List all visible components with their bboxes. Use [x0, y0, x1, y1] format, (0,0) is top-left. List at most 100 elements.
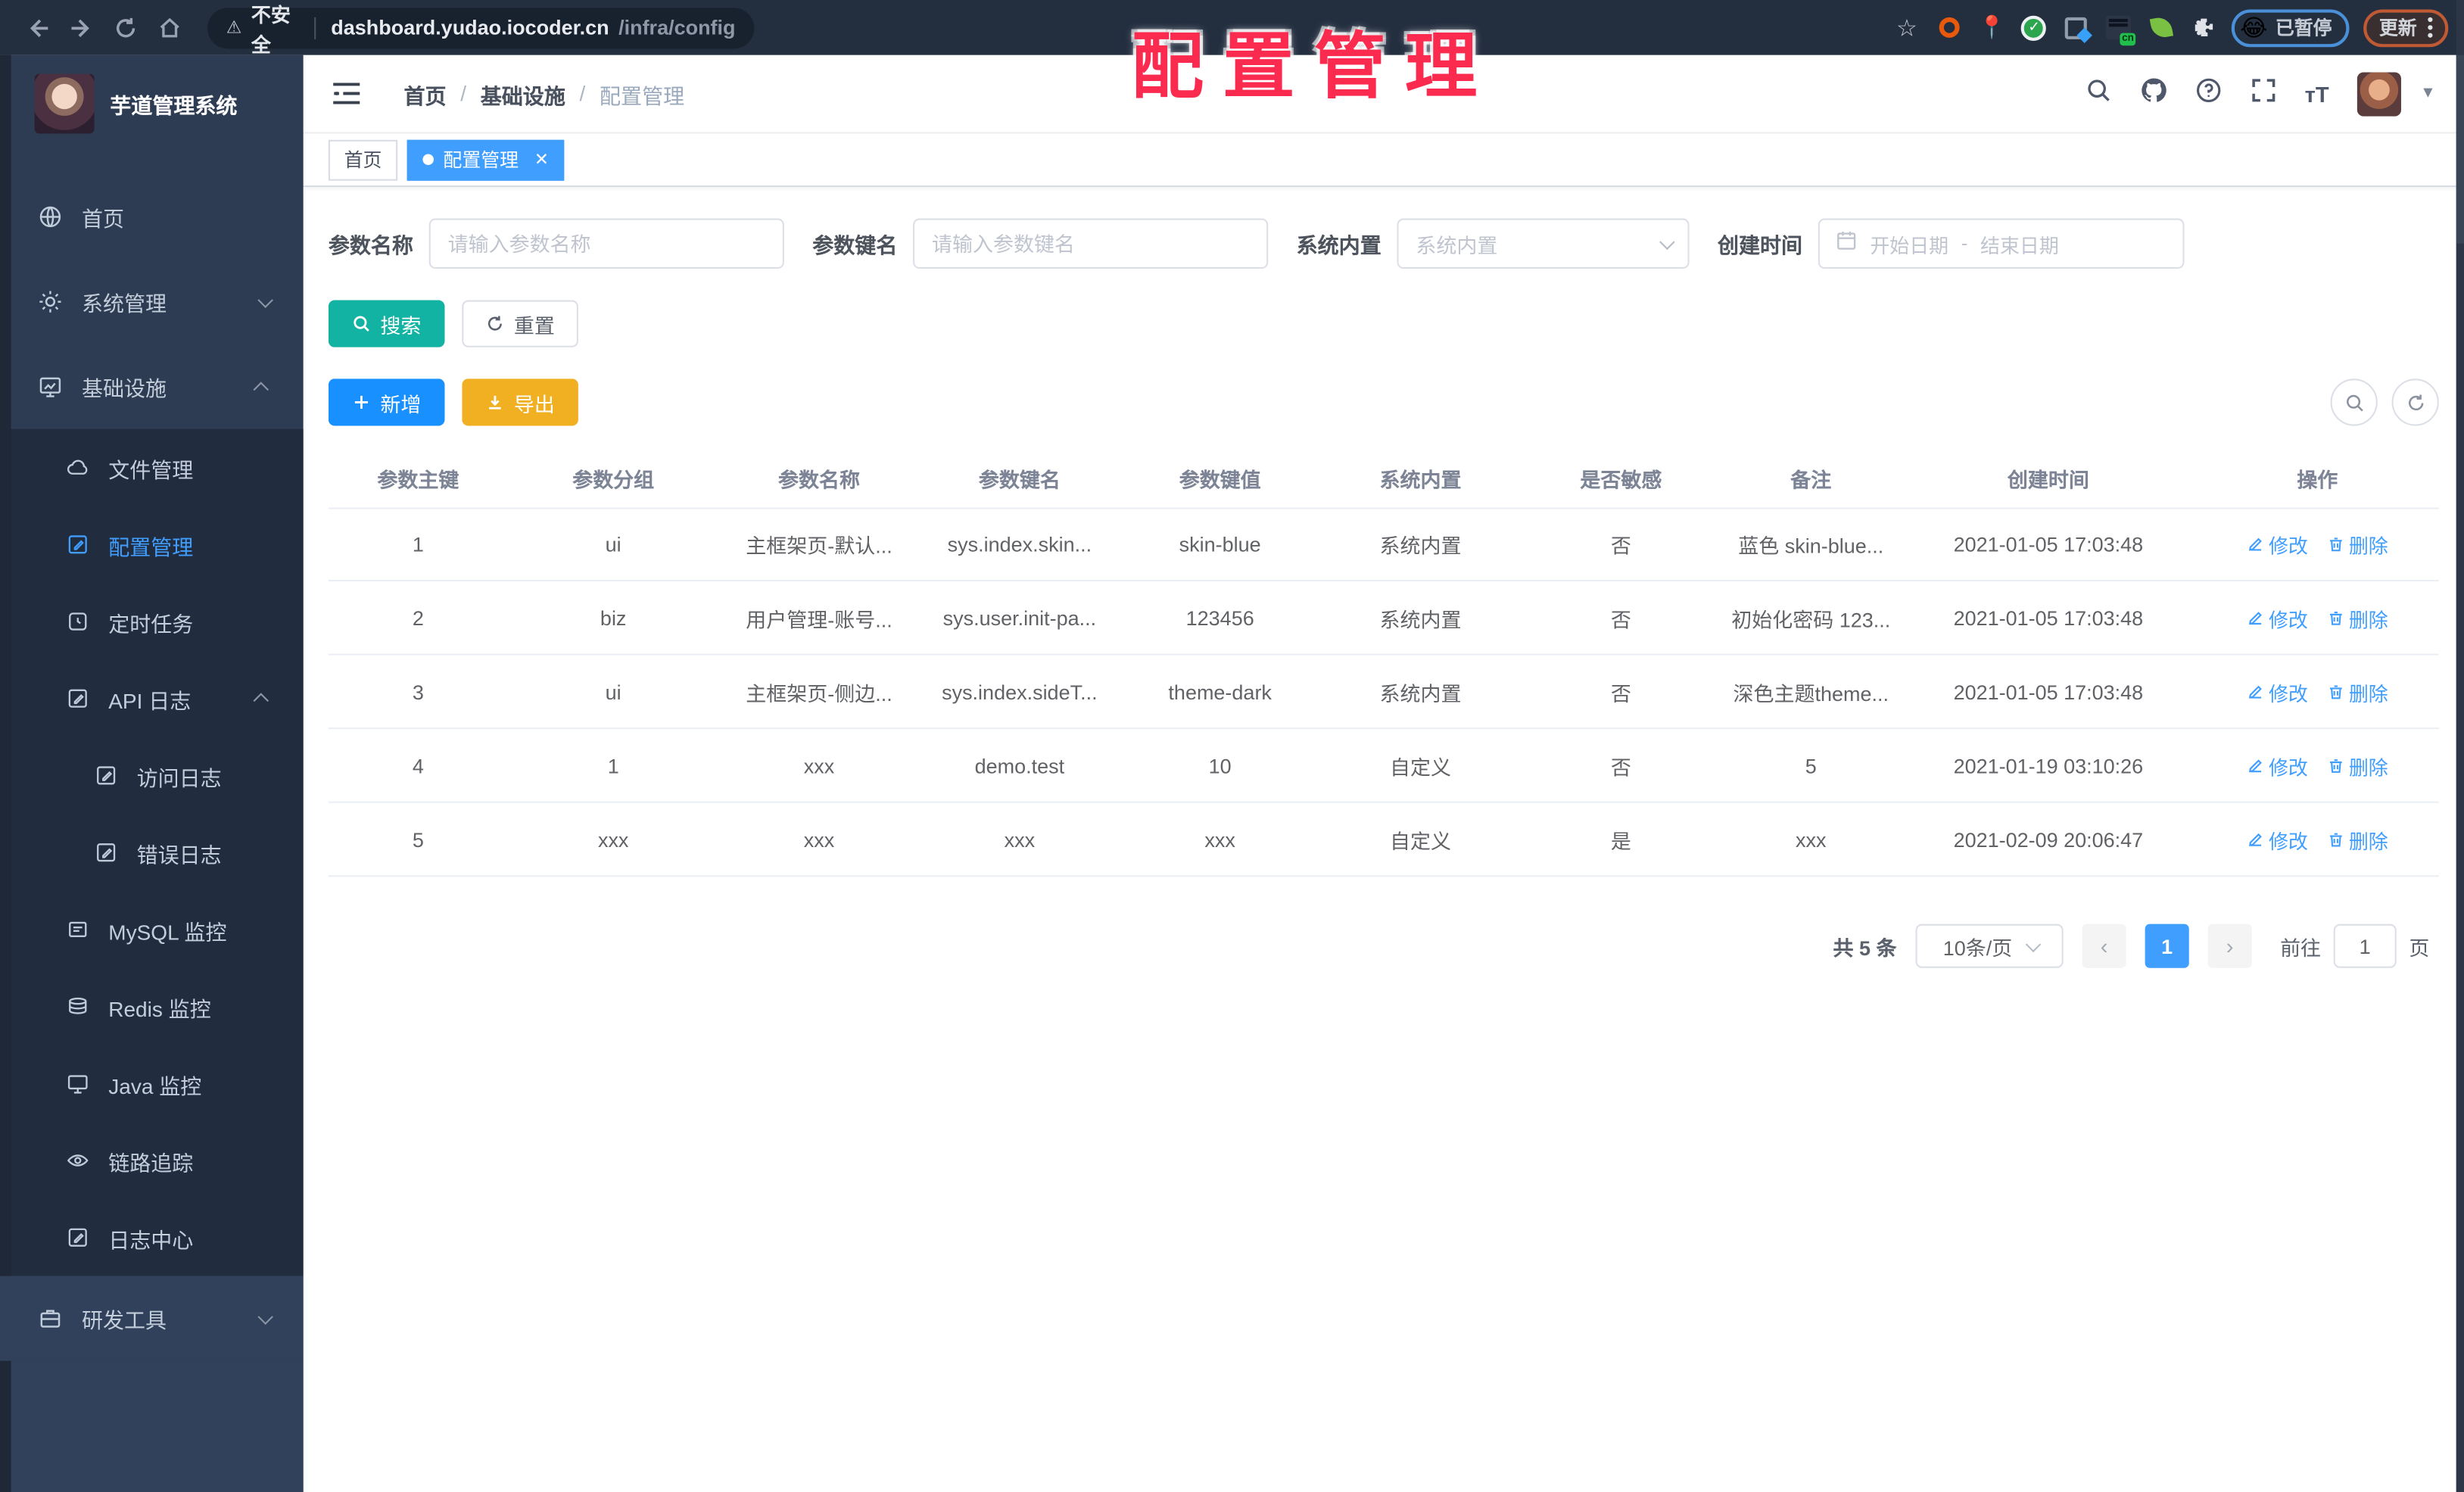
- search-actions-row: 搜索 重置: [328, 300, 2439, 347]
- forward-arrow-icon[interactable]: [60, 5, 104, 49]
- extension-grid-icon[interactable]: [2062, 14, 2090, 42]
- edit-link[interactable]: 修改: [2247, 603, 2308, 632]
- delete-link[interactable]: 删除: [2327, 824, 2388, 854]
- fullscreen-icon[interactable]: [2250, 76, 2276, 111]
- home-icon[interactable]: [148, 5, 192, 49]
- github-icon[interactable]: [2140, 76, 2167, 111]
- filter-key-label: 参数键名: [812, 234, 898, 258]
- prev-page-button[interactable]: ‹: [2082, 924, 2126, 968]
- extension-pin-icon[interactable]: 📍: [1977, 14, 2005, 42]
- tab-close-icon[interactable]: ✕: [534, 149, 549, 170]
- extension-leaf-icon[interactable]: [2148, 14, 2176, 42]
- table-cell: 5: [412, 827, 424, 852]
- caret-down-icon[interactable]: ▼: [2420, 85, 2436, 102]
- row-actions: 修改 删除: [2196, 750, 2439, 780]
- param-key-input[interactable]: [913, 218, 1269, 269]
- brand-logo-avatar: [34, 73, 95, 134]
- user-avatar[interactable]: [2357, 71, 2402, 116]
- log-doc-icon: [97, 843, 116, 862]
- date-start-placeholder[interactable]: 开始日期: [1870, 229, 1948, 258]
- builtin-type-select[interactable]: 系统内置: [1397, 218, 1690, 269]
- sidebar-item-error-logs[interactable]: 错误日志: [0, 814, 304, 891]
- extensions-puzzle-icon[interactable]: [2190, 14, 2218, 42]
- tab-config-management[interactable]: 配置管理 ✕: [407, 139, 565, 180]
- edit-link[interactable]: 修改: [2247, 824, 2308, 854]
- delete-link[interactable]: 删除: [2327, 530, 2388, 559]
- breadcrumb-infra[interactable]: 基础设施: [481, 78, 565, 110]
- page-size-select[interactable]: 10条/页: [1915, 924, 2064, 968]
- delete-link[interactable]: 删除: [2327, 677, 2388, 706]
- kebab-menu-icon[interactable]: [2428, 17, 2433, 38]
- table-cell: xxx: [803, 753, 835, 777]
- table-cell: 否: [1610, 755, 1631, 779]
- sidebar-item-api-logs[interactable]: API 日志: [0, 660, 304, 737]
- search-button-label: 搜索: [380, 313, 422, 338]
- back-arrow-icon[interactable]: [16, 5, 60, 49]
- sidebar-item-label: Java 监控: [108, 1073, 202, 1098]
- export-button[interactable]: 导出: [462, 378, 578, 426]
- sidebar-item-config-management[interactable]: 配置管理: [0, 506, 304, 583]
- edit-link[interactable]: 修改: [2247, 750, 2308, 780]
- toggle-search-icon[interactable]: [2330, 378, 2378, 426]
- reset-button[interactable]: 重置: [462, 300, 578, 347]
- sidebar-item-log-center[interactable]: 日志中心: [0, 1199, 304, 1276]
- breadcrumb-home[interactable]: 首页: [404, 78, 447, 110]
- chevron-up-icon: [253, 693, 269, 709]
- sidebar-item-scheduled-tasks[interactable]: 定时任务: [0, 583, 304, 660]
- paused-extension-badge[interactable]: 😂 已暂停: [2232, 8, 2350, 47]
- bookmark-star-icon[interactable]: ☆: [1892, 14, 1920, 42]
- help-question-icon[interactable]: [2195, 76, 2221, 111]
- sidebar-item-devtools[interactable]: 研发工具: [0, 1276, 304, 1361]
- brand[interactable]: 芋道管理系统: [0, 55, 304, 153]
- create-time-range-picker[interactable]: 开始日期 - 结束日期: [1818, 218, 2185, 269]
- add-button[interactable]: 新增: [328, 378, 445, 426]
- sidebar-item-access-logs[interactable]: 访问日志: [0, 737, 304, 815]
- delete-link[interactable]: 删除: [2327, 750, 2388, 780]
- next-page-button[interactable]: ›: [2207, 924, 2252, 968]
- reload-icon[interactable]: [104, 5, 148, 49]
- table-cell: 否: [1610, 607, 1631, 631]
- sidebar-item-tracing[interactable]: 链路追踪: [0, 1122, 304, 1199]
- tab-home[interactable]: 首页: [328, 139, 398, 180]
- table-cell: 用户管理-账号...: [746, 607, 892, 631]
- security-label[interactable]: 不安全: [251, 0, 298, 58]
- search-button[interactable]: 搜索: [328, 300, 445, 347]
- sidebar-item-label: 系统管理: [81, 292, 167, 316]
- date-end-placeholder[interactable]: 结束日期: [1980, 229, 2059, 258]
- extension-orange-icon[interactable]: [1935, 14, 1963, 42]
- url-path[interactable]: /infra/config: [618, 16, 735, 39]
- table-actions-row: 新增 导出: [328, 378, 2439, 426]
- sidebar-item-system[interactable]: 系统管理: [0, 260, 304, 344]
- edit-link[interactable]: 修改: [2247, 677, 2308, 706]
- sidebar-item-file-management[interactable]: 文件管理: [0, 429, 304, 506]
- url-host[interactable]: dashboard.yudao.iocoder.cn: [331, 16, 609, 39]
- extension-check-icon[interactable]: ✓: [2020, 14, 2048, 42]
- sidebar-item-home[interactable]: 首页: [0, 174, 304, 259]
- table-cell: 深色主题theme...: [1733, 681, 1889, 706]
- browser-update-button[interactable]: 更新: [2363, 8, 2449, 47]
- table-cell: xxx: [597, 827, 629, 852]
- url-bar[interactable]: ⚠ 不安全 dashboard.yudao.iocoder.cn/infra/c…: [207, 4, 755, 56]
- param-name-input[interactable]: [428, 218, 784, 269]
- window-scrollbar[interactable]: [2456, 0, 2464, 1492]
- sidebar-item-redis-monitor[interactable]: Redis 监控: [0, 968, 304, 1045]
- edit-link-label: 修改: [2268, 609, 2308, 631]
- page-size-value: 10条/页: [1942, 936, 2013, 960]
- search-icon[interactable]: [2085, 76, 2111, 111]
- extension-cn-icon[interactable]: cn: [2105, 14, 2137, 46]
- current-page-button[interactable]: 1: [2145, 924, 2189, 968]
- sidebar-item-java-monitor[interactable]: Java 监控: [0, 1045, 304, 1122]
- delete-trash-icon: [2329, 610, 2342, 625]
- edit-link[interactable]: 修改: [2247, 530, 2308, 559]
- export-button-label: 导出: [513, 391, 555, 416]
- edit-pencil-icon: [2248, 611, 2262, 625]
- goto-page-input[interactable]: [2333, 924, 2397, 968]
- chevron-down-icon: [1659, 233, 1675, 250]
- hamburger-fold-icon[interactable]: [329, 76, 363, 111]
- refresh-table-icon[interactable]: [2391, 378, 2439, 426]
- sidebar-item-mysql-monitor[interactable]: MySQL 监控: [0, 891, 304, 968]
- sidebar-item-infra[interactable]: 基础设施: [0, 344, 304, 429]
- column-header: 参数主键: [377, 467, 459, 491]
- delete-link[interactable]: 删除: [2327, 603, 2388, 632]
- font-size-icon[interactable]: ᴛT: [2305, 81, 2329, 106]
